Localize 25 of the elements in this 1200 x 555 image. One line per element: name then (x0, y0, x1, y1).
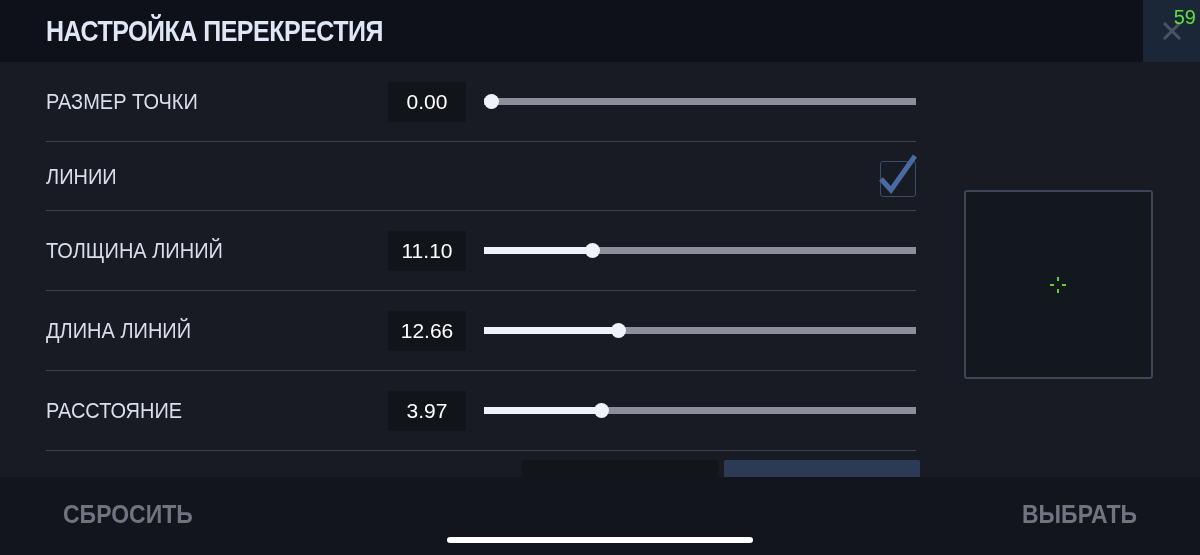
setting-label: РАЗМЕР ТОЧКИ (46, 88, 199, 115)
checkmark-icon (878, 153, 918, 197)
setting-label: ДЛИНА ЛИНИЙ (46, 317, 193, 344)
slider[interactable] (484, 243, 916, 258)
value-field[interactable]: 0.00 (388, 81, 466, 122)
checkbox[interactable] (878, 153, 918, 197)
slider-thumb[interactable] (593, 403, 609, 418)
slider[interactable] (484, 403, 916, 418)
slider-thumb[interactable] (585, 243, 600, 258)
crosshair-icon (1048, 274, 1068, 295)
value-field[interactable]: 3.97 (388, 390, 466, 431)
close-button[interactable] (1143, 0, 1200, 62)
value-field[interactable]: 11.10 (388, 230, 466, 271)
reset-button[interactable]: СБРОСИТЬ (63, 493, 193, 535)
slider[interactable] (484, 94, 916, 109)
screen-title: НАСТРОЙКА ПЕРЕКРЕСТИЯ (46, 14, 383, 48)
value-field[interactable]: 12.66 (388, 310, 466, 351)
setting-label: ЛИНИИ (46, 163, 118, 189)
slider-thumb[interactable] (610, 323, 626, 338)
setting-label: РАССТОЯНИЕ (46, 397, 184, 424)
slider[interactable] (484, 323, 916, 338)
setting-label: ТОЛЩИНА ЛИНИЙ (46, 237, 224, 264)
fps-counter: 59 (1173, 6, 1196, 29)
slider-thumb[interactable] (484, 94, 499, 109)
select-button[interactable]: ВЫБРАТЬ (1021, 493, 1137, 535)
